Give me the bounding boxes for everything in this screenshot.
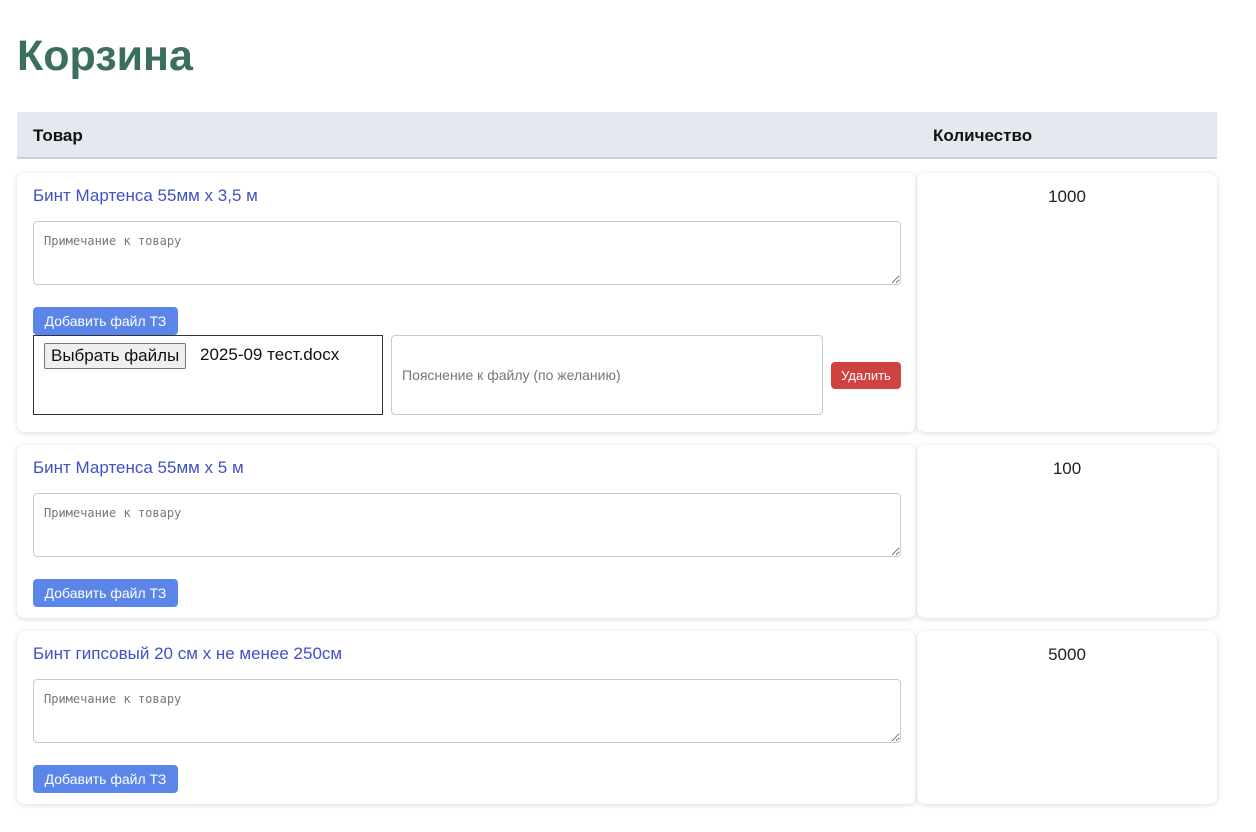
quantity-value: 1000 [1048,187,1086,206]
cart-item: Бинт гипсовый 20 см х не менее 250см Доб… [17,631,916,804]
quantity-cell: 100 [917,445,1217,618]
product-note-input[interactable] [33,679,901,743]
delete-file-button[interactable]: Удалить [831,362,901,389]
file-input[interactable]: Выбрать файлы 2025-09 тест.docx [33,335,383,415]
product-note-input[interactable] [33,493,901,557]
add-spec-file-button[interactable]: Добавить файл ТЗ [33,307,178,335]
header-product: Товар [33,126,83,145]
page-title: Корзина [17,32,193,80]
add-spec-file-button[interactable]: Добавить файл ТЗ [33,765,178,793]
quantity-cell: 1000 [917,173,1217,432]
selected-file-name: 2025-09 тест.docx [200,345,340,364]
product-link[interactable]: Бинт Мартенса 55мм х 5 м [33,458,244,478]
choose-files-button[interactable]: Выбрать файлы [44,343,187,369]
add-spec-file-button[interactable]: Добавить файл ТЗ [33,579,178,607]
quantity-value: 100 [1052,459,1082,478]
cart-table-header: Товар Количество [17,112,1217,159]
quantity-cell: 5000 [917,631,1217,804]
product-link[interactable]: Бинт гипсовый 20 см х не менее 250см [33,644,342,664]
file-note-input[interactable] [391,335,823,415]
cart-item: Бинт Мартенса 55мм х 3,5 м Добавить файл… [17,173,916,432]
product-note-input[interactable] [33,221,901,285]
product-link[interactable]: Бинт Мартенса 55мм х 3,5 м [33,186,258,206]
quantity-value: 5000 [1048,645,1086,664]
cart-item: Бинт Мартенса 55мм х 5 м Добавить файл Т… [17,445,916,618]
header-quantity: Количество [933,126,1033,145]
